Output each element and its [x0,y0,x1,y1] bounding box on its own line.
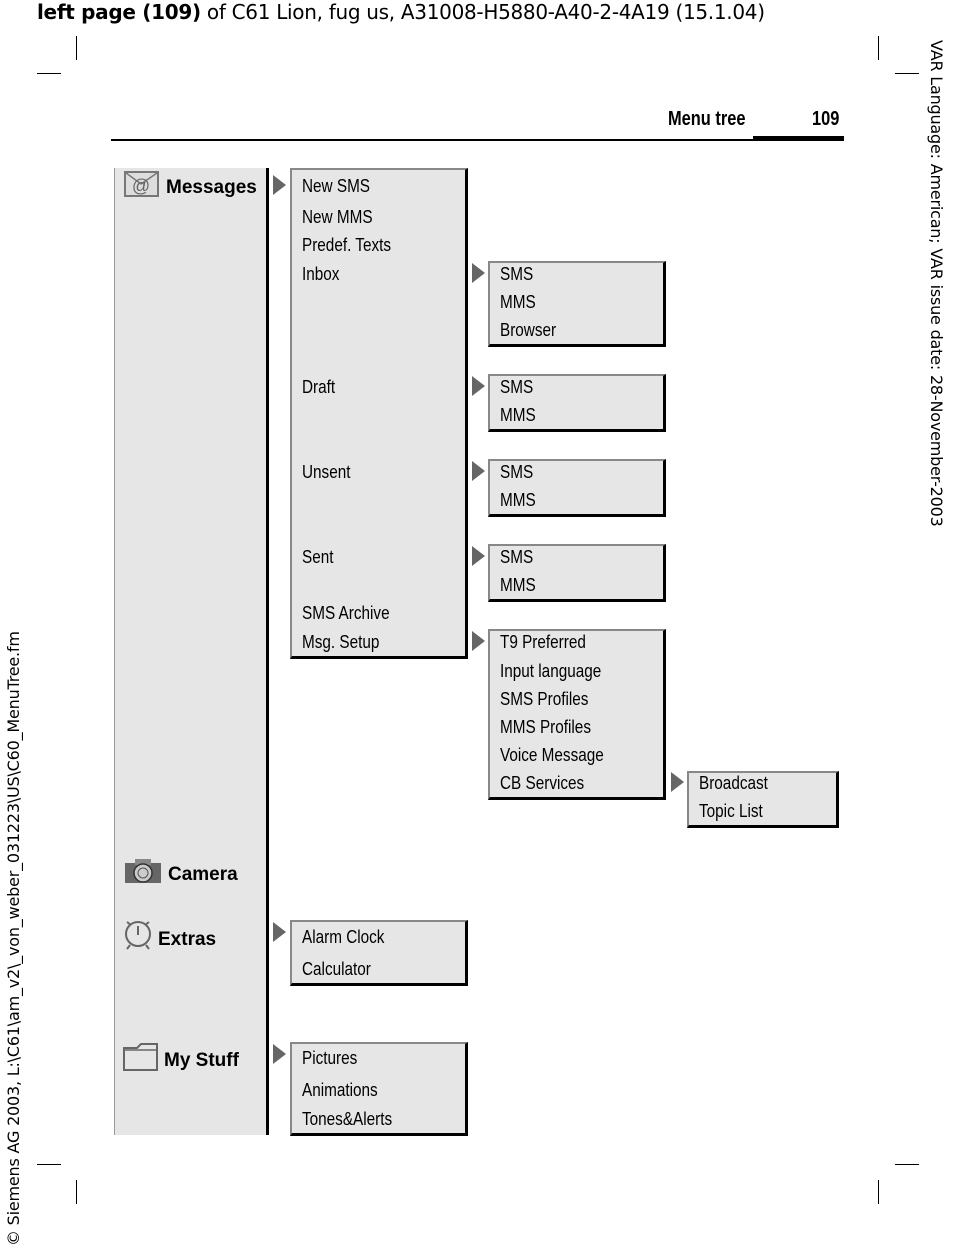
main-menu-messages[interactable]: Messages [166,177,257,199]
main-menu-extras[interactable]: Extras [158,929,216,951]
crop-mark [878,36,879,60]
submenu-arrow-icon [273,1044,286,1064]
menu-item[interactable]: CB Services [500,773,584,793]
submenu-unsent: SMS MMS [488,459,666,517]
crop-mark [895,1164,919,1165]
header-rest: of C61 Lion, fug us, A31008-H5880-A40-2-… [200,0,765,24]
header-rule [111,139,844,141]
menu-item[interactable]: SMS Archive [302,603,390,623]
menu-item[interactable]: Pictures [302,1048,357,1068]
menu-item[interactable]: MMS Profiles [500,717,591,737]
menu-item[interactable]: Topic List [699,801,763,821]
main-menu-column [114,168,269,1135]
page-header: left page (109) of C61 Lion, fug us, A31… [37,0,765,24]
right-margin-text: VAR Language: American; VAR issue date: … [927,40,946,527]
menu-item[interactable]: Broadcast [699,773,768,793]
submenu-cb-services: Broadcast Topic List [687,771,839,828]
submenu-messages: New SMS New MMS Predef. Texts Inbox Draft Uns… [290,168,468,659]
running-title: Menu tree [668,108,746,130]
submenu-my-stuff: Pictures Animations Tones&Alerts [290,1042,468,1136]
menu-item[interactable]: SMS [500,264,533,284]
menu-item[interactable]: Predef. Texts [302,235,391,255]
menu-item[interactable]: Tones&Alerts [302,1109,392,1129]
submenu-arrow-icon [671,772,684,792]
menu-item[interactable]: New MMS [302,207,373,227]
alarm-clock-icon [125,921,151,950]
submenu-arrow-icon [472,546,485,566]
document-page: left page (109) of C61 Lion, fug us, A31… [0,0,954,1246]
menu-item[interactable]: SMS [500,462,533,482]
menu-item[interactable]: MMS [500,575,536,595]
left-margin-text: © Siemens AG 2003, L:\C61\am_v2\_von_web… [4,631,23,1246]
crop-mark [895,73,919,74]
header-bold: left page (109) [37,0,201,24]
crop-mark [878,1180,879,1204]
menu-item[interactable]: MMS [500,490,536,510]
submenu-arrow-icon [472,376,485,396]
menu-item[interactable]: Inbox [302,264,339,284]
submenu-arrow-icon [472,631,485,651]
submenu-msg-setup: T9 Preferred Input language SMS Profiles MM… [488,629,666,800]
svg-text:@: @ [132,176,150,196]
menu-item[interactable]: Input language [500,661,601,681]
submenu-draft: SMS MMS [488,374,666,432]
menu-item[interactable]: Draft [302,377,335,397]
menu-item[interactable]: Calculator [302,959,371,979]
submenu-extras: Alarm Clock Calculator [290,920,468,986]
submenu-sent: SMS MMS [488,544,666,602]
folder-icon [123,1043,158,1071]
menu-item[interactable]: Unsent [302,462,350,482]
menu-item[interactable]: T9 Preferred [500,632,586,652]
submenu-arrow-icon [273,175,286,195]
header-rule-thick [753,136,844,141]
menu-item[interactable]: MMS [500,292,536,312]
page-number: 109 [812,108,840,130]
menu-item[interactable]: New SMS [302,176,370,196]
crop-mark [37,1164,61,1165]
menu-item[interactable]: Sent [302,547,333,567]
menu-item[interactable]: SMS Profiles [500,689,588,709]
menu-item[interactable]: Voice Message [500,745,604,765]
menu-item[interactable]: Alarm Clock [302,927,384,947]
menu-item[interactable]: SMS [500,547,533,567]
crop-mark [76,36,77,60]
main-menu-my-stuff[interactable]: My Stuff [164,1050,239,1072]
camera-icon [125,859,161,883]
menu-item[interactable]: Animations [302,1080,378,1100]
menu-item[interactable]: MMS [500,405,536,425]
main-menu-camera[interactable]: Camera [168,864,238,886]
envelope-at-icon: @ [124,171,159,197]
submenu-arrow-icon [472,461,485,481]
crop-mark [37,73,61,74]
menu-item[interactable]: SMS [500,377,533,397]
menu-item[interactable]: Browser [500,320,556,340]
right-margin-note: VAR Language: American; VAR issue date: … [918,40,948,560]
menu-item[interactable]: Msg. Setup [302,632,379,652]
crop-mark [76,1180,77,1204]
left-margin-note: © Siemens AG 2003, L:\C61\am_v2\_von_web… [0,590,30,1246]
submenu-arrow-icon [273,922,286,942]
submenu-arrow-icon [472,263,485,283]
submenu-inbox: SMS MMS Browser [488,261,666,347]
